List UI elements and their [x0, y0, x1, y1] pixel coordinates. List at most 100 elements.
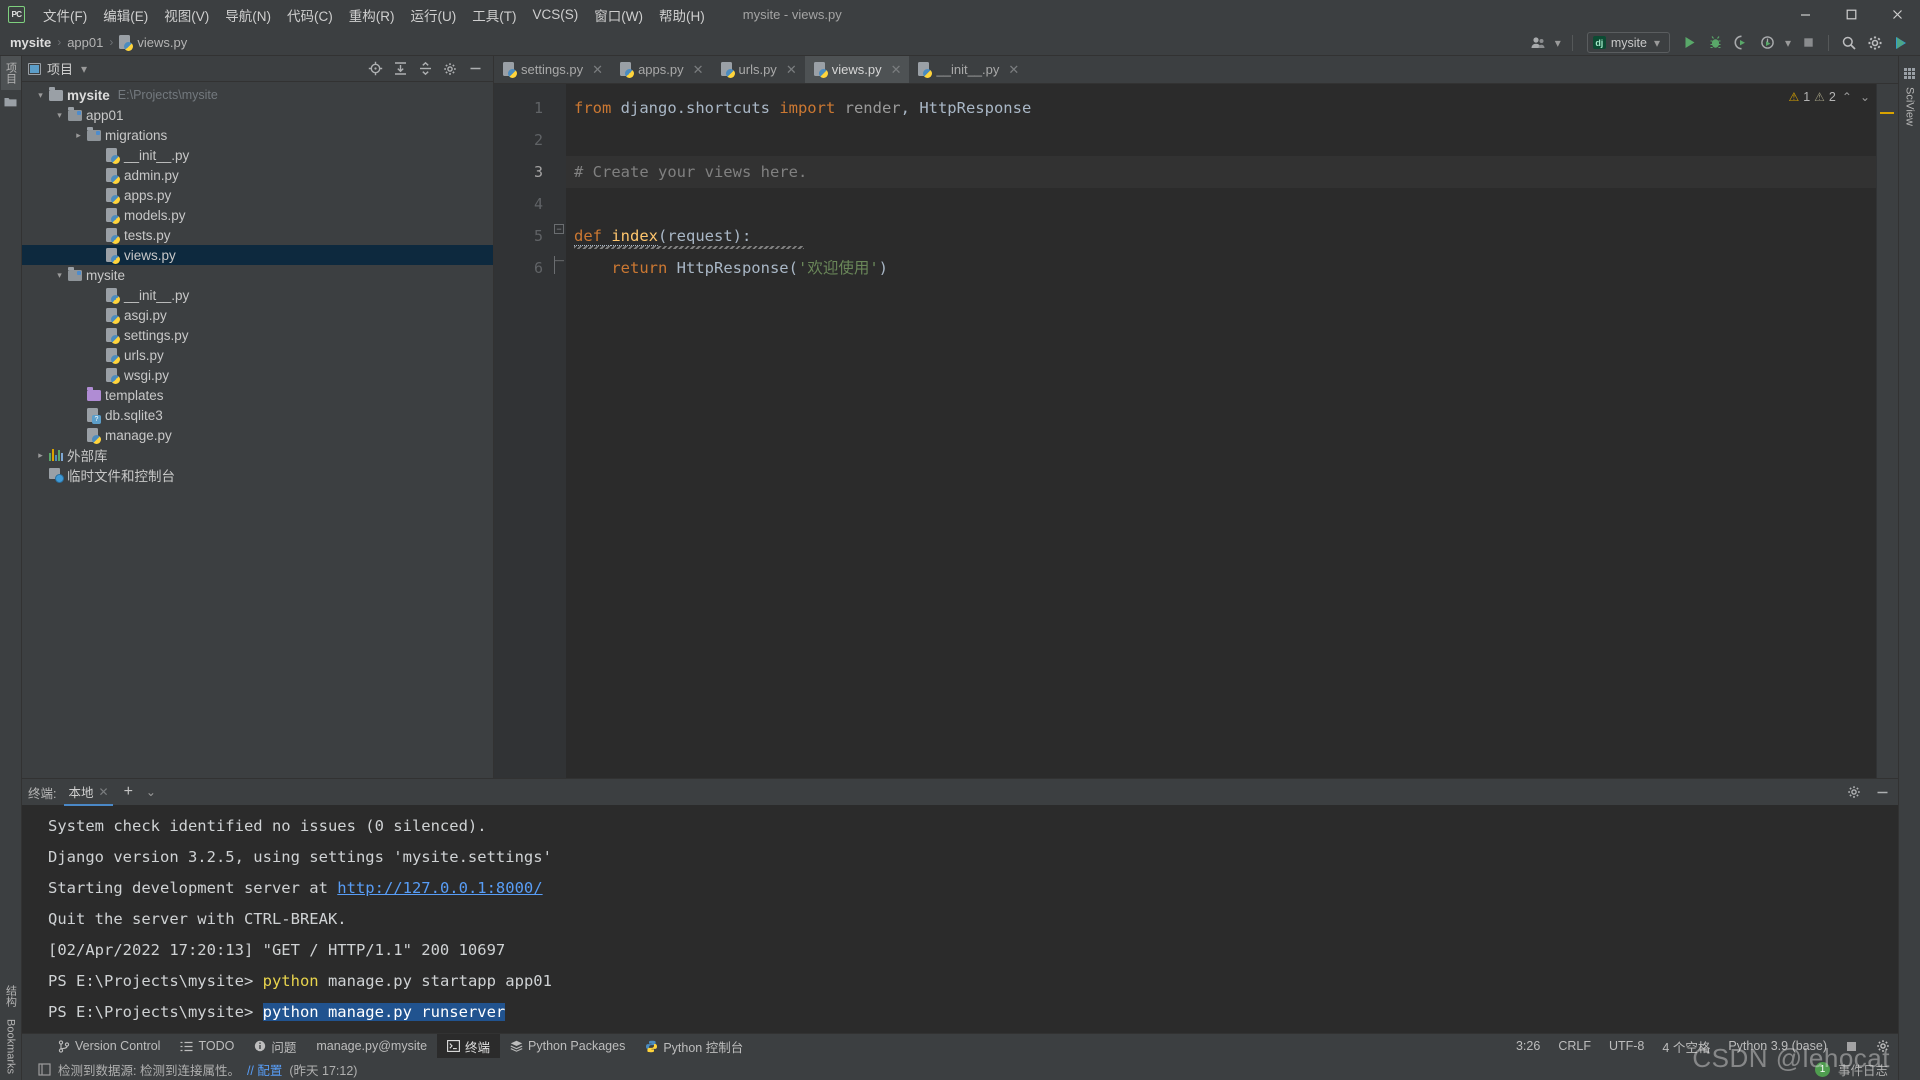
close-icon[interactable]: ✕ [592, 62, 603, 78]
maximize-button[interactable] [1828, 0, 1874, 29]
chevron-down-icon[interactable]: ▾ [53, 270, 66, 281]
close-icon[interactable]: ✕ [1008, 62, 1019, 78]
chevron-right-icon[interactable]: ▸ [34, 450, 47, 461]
run-configuration-selector[interactable]: dj mysite ▾ [1586, 32, 1670, 53]
code-line[interactable]: from django.shortcuts import render, Htt… [566, 92, 1898, 124]
editor-tab---init---py[interactable]: __init__.py ✕ [909, 56, 1027, 83]
terminal-dropdown-icon[interactable]: ⌄ [144, 785, 158, 799]
tree-item-settings-py[interactable]: settings.py [22, 325, 493, 345]
profile-button[interactable] [1757, 32, 1779, 54]
profile-dropdown-icon[interactable]: ▾ [1783, 36, 1793, 50]
menu-item-7[interactable]: 工具(T) [464, 2, 524, 28]
code-folding-gutter[interactable]: − — [552, 84, 566, 778]
chevron-right-icon[interactable]: ▸ [72, 130, 85, 141]
locate-icon[interactable] [367, 61, 383, 77]
file-encoding[interactable]: UTF-8 [1609, 1039, 1644, 1053]
terminal-tab-local[interactable]: 本地 ✕ [64, 778, 113, 806]
rail-tab-bookmarks[interactable]: Bookmarks [3, 1013, 19, 1080]
terminal-output[interactable]: System check identified no issues (0 sil… [22, 805, 1898, 1033]
tree-item-mysite[interactable]: ▾ mysite E:\Projects\mysite [22, 85, 493, 105]
debug-button[interactable] [1705, 32, 1727, 54]
project-tree[interactable]: ▾ mysite E:\Projects\mysite ▾ app01 ▸ migratio… [22, 82, 493, 778]
menu-item-1[interactable]: 编辑(E) [95, 2, 156, 28]
breadcrumb-item-2[interactable]: views.py [119, 34, 187, 51]
event-log-label[interactable]: 事件日志 [1838, 1060, 1888, 1079]
new-terminal-button[interactable]: + [121, 784, 136, 800]
project-view-dropdown-icon[interactable]: ▾ [79, 62, 89, 76]
updates-icon[interactable] [1890, 32, 1912, 54]
rail-tab-project[interactable]: 项目 [0, 56, 21, 90]
tree-item-views-py[interactable]: views.py [22, 245, 493, 265]
tree-item-mysite[interactable]: ▾ mysite [22, 265, 493, 285]
menu-item-5[interactable]: 重构(R) [341, 2, 403, 28]
tree-item----[interactable]: ▸ 外部库 [22, 445, 493, 465]
editor-tab-settings-py[interactable]: settings.py ✕ [494, 56, 611, 83]
close-button[interactable] [1874, 0, 1920, 29]
code-line[interactable]: def index(request): [566, 220, 1898, 252]
chevron-down-icon[interactable]: ▾ [34, 90, 47, 101]
code-line[interactable]: return HttpResponse('欢迎使用') [566, 252, 1898, 284]
code-line[interactable]: # Create your views here. [566, 156, 1898, 188]
indent-setting[interactable]: 4 个空格 [1662, 1037, 1710, 1056]
user-icon[interactable] [1527, 32, 1549, 54]
status-bar-gear-icon[interactable] [1876, 1039, 1890, 1053]
run-button[interactable] [1679, 32, 1701, 54]
tree-item---init---py[interactable]: __init__.py [22, 145, 493, 165]
terminal-hide-icon[interactable] [1875, 785, 1890, 800]
tree-item-tests-py[interactable]: tests.py [22, 225, 493, 245]
editor-content[interactable]: 1 2 3 4 5 6 − — from django.shortcuts import … [494, 84, 1898, 778]
status-bar-item-python-packages[interactable]: Python Packages [500, 1034, 635, 1059]
project-settings-gear-icon[interactable] [442, 61, 458, 77]
gear-icon[interactable] [1864, 32, 1886, 54]
menu-item-4[interactable]: 代码(C) [279, 2, 341, 28]
menu-item-10[interactable]: 帮助(H) [651, 2, 713, 28]
fold-marker-def[interactable]: − [554, 224, 564, 234]
menu-item-9[interactable]: 窗口(W) [586, 2, 651, 28]
close-icon[interactable]: ✕ [891, 62, 902, 78]
menu-item-6[interactable]: 运行(U) [403, 2, 465, 28]
status-bar-item-python----[interactable]: Python 控制台 [635, 1034, 753, 1059]
editor-scrollbar-marks[interactable] [1876, 84, 1898, 778]
prev-problem-icon[interactable]: ⌃ [1840, 90, 1854, 104]
terminal-settings-gear-icon[interactable] [1847, 785, 1861, 799]
stop-button[interactable] [1797, 32, 1819, 54]
rail-tab-sciview[interactable]: SciView [1902, 62, 1918, 132]
code-line[interactable] [566, 188, 1898, 220]
close-icon[interactable]: ✕ [786, 62, 797, 78]
tree-item---------[interactable]: 临时文件和控制台 [22, 465, 493, 485]
interpreter[interactable]: Python 3.9 (base) [1728, 1039, 1827, 1053]
next-problem-icon[interactable]: ⌄ [1858, 90, 1872, 104]
tree-item-migrations[interactable]: ▸ migrations [22, 125, 493, 145]
editor-tab-apps-py[interactable]: apps.py ✕ [611, 56, 711, 83]
status-bar-item---[interactable]: 终端 [437, 1033, 501, 1059]
menu-item-2[interactable]: 视图(V) [156, 2, 217, 28]
tree-item-apps-py[interactable]: apps.py [22, 185, 493, 205]
inspection-summary[interactable]: ⚠ 1 ⚠ 2 ⌃ ⌄ [1788, 90, 1872, 104]
menu-item-3[interactable]: 导航(N) [217, 2, 279, 28]
status-bar-item-todo[interactable]: TODO [170, 1034, 244, 1059]
collapse-all-icon[interactable] [417, 61, 433, 77]
chevron-down-icon[interactable]: ▾ [53, 110, 66, 121]
status-bar-item-manage-py-mysite[interactable]: manage.py@mysite [306, 1034, 437, 1059]
close-icon[interactable]: ✕ [99, 785, 109, 799]
search-icon[interactable] [1838, 32, 1860, 54]
minimize-button[interactable] [1782, 0, 1828, 29]
editor-tab-views-py[interactable]: views.py ✕ [804, 56, 910, 83]
breadcrumb-item-1[interactable]: app01 [67, 35, 103, 50]
tree-item-admin-py[interactable]: admin.py [22, 165, 493, 185]
code-line[interactable] [566, 124, 1898, 156]
read-only-toggle-icon[interactable] [1845, 1040, 1858, 1053]
tree-item-urls-py[interactable]: urls.py [22, 345, 493, 365]
status-bar-item---[interactable]: 问题 [244, 1034, 306, 1059]
menu-item-8[interactable]: VCS(S) [525, 4, 587, 25]
tree-item-asgi-py[interactable]: asgi.py [22, 305, 493, 325]
expand-all-icon[interactable] [392, 61, 408, 77]
user-dropdown-icon[interactable]: ▾ [1553, 36, 1563, 50]
line-separator[interactable]: CRLF [1558, 1039, 1591, 1053]
rail-tab-files-icon[interactable] [2, 90, 19, 113]
editor-tab-urls-py[interactable]: urls.py ✕ [712, 56, 805, 83]
hide-panel-icon[interactable] [467, 61, 483, 77]
breadcrumb-item-0[interactable]: mysite [10, 35, 51, 50]
run-coverage-button[interactable] [1731, 32, 1753, 54]
tree-item-app01[interactable]: ▾ app01 [22, 105, 493, 125]
